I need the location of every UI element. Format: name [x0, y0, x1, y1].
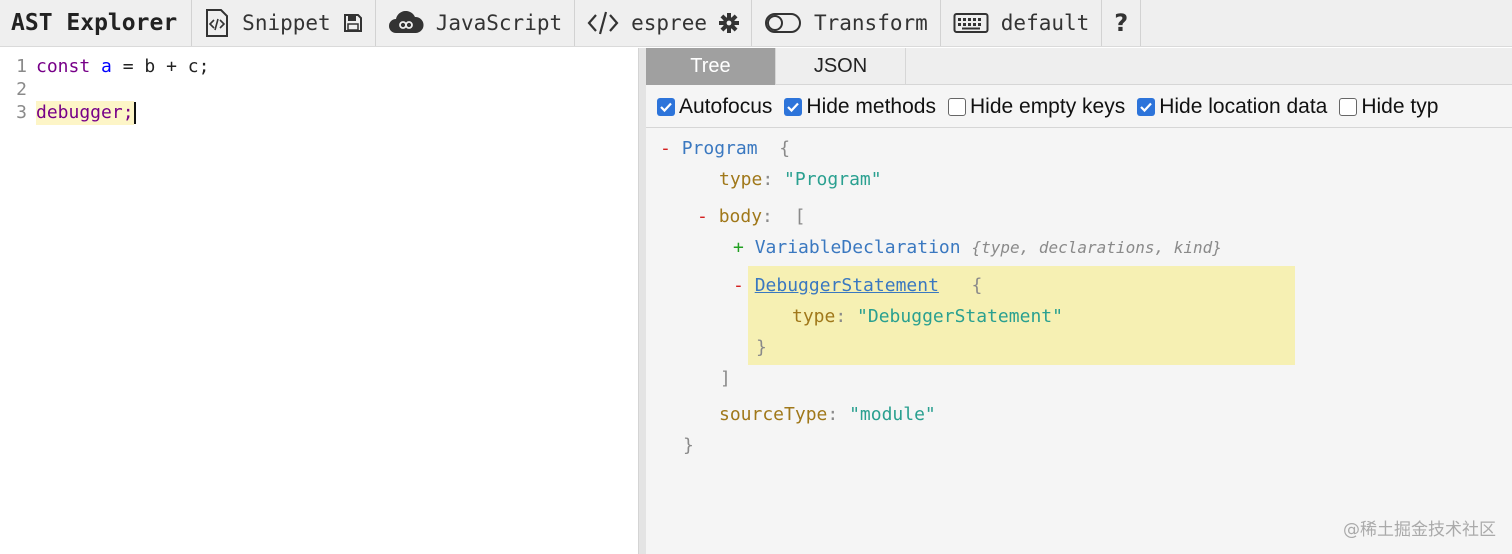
tree-property-source-type: sourceType: "module": [719, 404, 936, 425]
line-number: 3: [16, 102, 27, 123]
hide-methods-option[interactable]: Hide methods: [784, 95, 936, 119]
toolbar: AST Explorer Snippet JavaScript espree T…: [0, 0, 1512, 47]
collapse-toggle[interactable]: -: [660, 138, 671, 159]
property-value: "DebuggerStatement": [857, 306, 1063, 327]
keymap-menu[interactable]: default: [941, 0, 1103, 46]
property-key: type: [719, 169, 763, 190]
tree-node-program[interactable]: - Program {: [660, 136, 790, 162]
hide-location-data-label: Hide location data: [1159, 94, 1328, 118]
closing-brace: }: [756, 337, 767, 358]
watermark: @稀土掘金技术社区: [1343, 520, 1496, 540]
code-line[interactable]: 3 debugger;: [0, 101, 136, 125]
hide-empty-keys-label: Hide empty keys: [969, 94, 1126, 118]
line-number: 1: [16, 56, 27, 77]
keyboard-icon: [953, 12, 989, 34]
save-icon[interactable]: [343, 13, 363, 33]
tab-json[interactable]: JSON: [776, 48, 906, 85]
closing-bracket: ]: [720, 368, 731, 389]
language-menu[interactable]: JavaScript: [376, 0, 576, 46]
debugger-token: debugger;: [36, 101, 134, 125]
language-label: JavaScript: [435, 11, 563, 35]
node-summary: {type, declarations, kind}: [971, 238, 1222, 257]
node-name[interactable]: DebuggerStatement: [755, 275, 939, 296]
ast-tree: - Program { type: "Program" - body: [ + …: [646, 129, 1512, 554]
tree-property-type: type: "DebuggerStatement": [792, 306, 1063, 327]
node-name: VariableDeclaration: [754, 237, 961, 258]
code-editor[interactable]: 1 const a = b + c; 2 3 debugger;: [0, 48, 639, 554]
keymap-label: default: [1000, 11, 1090, 35]
line-number: 2: [16, 79, 27, 100]
tree-property-body[interactable]: - body: [: [697, 204, 805, 230]
app-title: AST Explorer: [0, 0, 193, 46]
property-key: type: [792, 306, 836, 327]
help-icon[interactable]: ?: [1114, 9, 1128, 37]
hide-methods-label: Hide methods: [806, 94, 936, 118]
collapse-toggle[interactable]: -: [733, 275, 744, 296]
hide-location-data-checkbox[interactable]: [1137, 97, 1156, 116]
hide-empty-keys-checkbox[interactable]: [947, 97, 966, 116]
hide-type-keys-option[interactable]: Hide typ: [1339, 95, 1438, 119]
code-icon: [587, 10, 619, 36]
hide-location-data-option[interactable]: Hide location data: [1137, 95, 1327, 119]
snippet-label: Snippet: [242, 11, 331, 35]
parser-label: espree: [631, 11, 707, 35]
keyword-token: const: [36, 56, 91, 77]
hide-type-keys-label: Hide typ: [1361, 94, 1439, 118]
tree-options: Autofocus Hide methods Hide empty keys H…: [646, 86, 1512, 128]
autofocus-option[interactable]: Autofocus: [657, 95, 772, 119]
tree-node-debugger-statement[interactable]: - DebuggerStatement {: [733, 273, 982, 299]
expression-token: = b + c;: [122, 56, 210, 77]
snippet-menu[interactable]: Snippet: [192, 0, 376, 46]
code-line[interactable]: 2: [0, 78, 36, 102]
tree-property-type: type: "Program": [719, 169, 882, 190]
collapse-toggle[interactable]: -: [697, 206, 708, 227]
hide-type-keys-checkbox[interactable]: [1339, 97, 1358, 116]
hide-empty-keys-option[interactable]: Hide empty keys: [947, 94, 1126, 119]
transform-toggle[interactable]: Transform: [752, 0, 941, 46]
help-button[interactable]: ?: [1102, 0, 1142, 46]
autofocus-checkbox[interactable]: [657, 97, 675, 116]
parser-menu[interactable]: espree: [575, 0, 715, 46]
property-key: body: [718, 206, 763, 227]
property-value: "module": [849, 404, 936, 425]
expand-toggle[interactable]: +: [733, 237, 744, 258]
node-name: Program: [681, 138, 758, 159]
property-value: "Program": [784, 169, 882, 190]
transform-label: Transform: [813, 11, 928, 35]
text-cursor: [133, 102, 136, 124]
tab-tree[interactable]: Tree: [646, 48, 776, 85]
autofocus-label: Autofocus: [679, 94, 773, 118]
split-divider[interactable]: [638, 48, 646, 554]
parser-settings-button[interactable]: [715, 0, 752, 46]
gear-icon[interactable]: [718, 13, 739, 33]
variable-token: a: [101, 56, 112, 77]
code-line[interactable]: 1 const a = b + c;: [0, 55, 209, 79]
toggle-off-icon: [764, 11, 802, 35]
cloud-icon: [388, 11, 424, 35]
closing-brace: }: [683, 435, 694, 456]
code-file-icon: [204, 8, 230, 38]
output-panel: Tree JSON Autofocus Hide methods Hide em…: [646, 48, 1512, 554]
tree-node-variable-declaration[interactable]: + VariableDeclaration {type, declaration…: [733, 235, 1222, 261]
hide-methods-checkbox[interactable]: [784, 97, 803, 116]
property-key: sourceType: [719, 404, 828, 425]
output-tabs: Tree JSON: [646, 48, 1512, 85]
